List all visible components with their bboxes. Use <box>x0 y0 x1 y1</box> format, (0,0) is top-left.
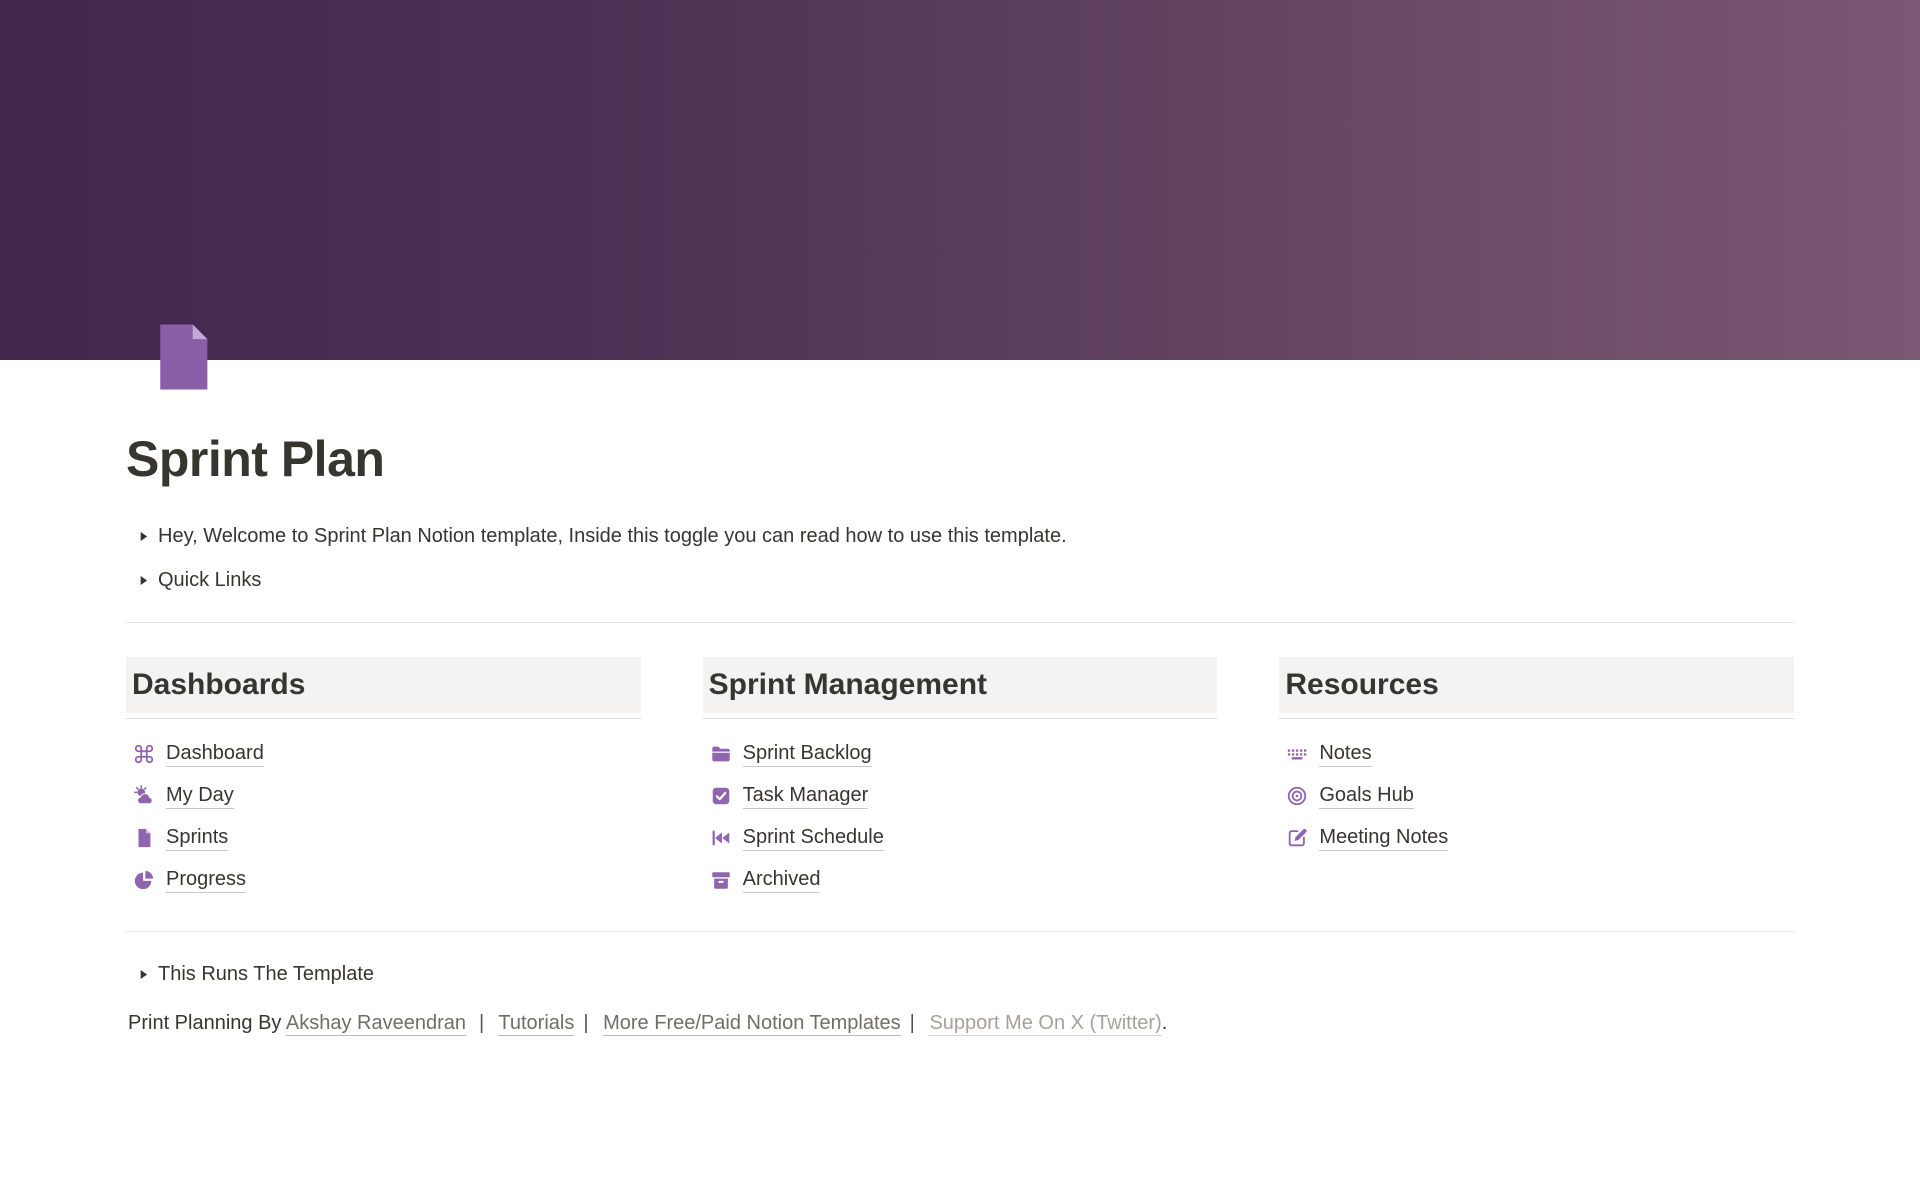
divider <box>126 622 1794 623</box>
document-icon <box>132 826 156 850</box>
footer-separator: | <box>910 1012 915 1034</box>
rewind-icon <box>709 826 733 850</box>
page-title: Sprint Plan <box>126 430 1794 488</box>
archive-icon <box>709 868 733 892</box>
column-header: Sprint Management <box>703 657 1218 713</box>
page-link-label: Sprints <box>166 826 228 851</box>
divider <box>126 931 1794 932</box>
footer-separator: | <box>583 1012 588 1034</box>
page-link-label: Notes <box>1319 742 1371 767</box>
page-link-notes[interactable]: Notes <box>1279 733 1794 775</box>
folder-icon <box>709 742 733 766</box>
toggle-welcome[interactable]: Hey, Welcome to Sprint Plan Notion templ… <box>126 514 1794 558</box>
footer-credits: Print Planning By Akshay Raveendran | Tut… <box>126 1006 1794 1041</box>
divider <box>126 718 641 719</box>
page-link-archived[interactable]: Archived <box>703 859 1218 901</box>
page-link-meeting-notes[interactable]: Meeting Notes <box>1279 817 1794 859</box>
toggle-quick-links-label: Quick Links <box>158 566 261 594</box>
pie-chart-icon <box>132 868 156 892</box>
toggle-runs-template[interactable]: This Runs The Template <box>126 952 1794 996</box>
footer-separator: | <box>479 1012 484 1034</box>
column-title: Resources <box>1285 668 1788 702</box>
column-title: Sprint Management <box>709 668 1212 702</box>
more-templates-link[interactable]: More Free/Paid Notion Templates <box>603 1012 901 1036</box>
column-dashboards: Dashboards Dashboard My Day <box>126 657 641 901</box>
divider <box>703 718 1218 719</box>
column-sprint-management: Sprint Management Sprint Backlog T <box>703 657 1218 901</box>
checkbox-icon <box>709 784 733 808</box>
page-link-label: Goals Hub <box>1319 784 1414 809</box>
page-link-sprint-backlog[interactable]: Sprint Backlog <box>703 733 1218 775</box>
tutorials-link[interactable]: Tutorials <box>498 1012 574 1036</box>
toggle-caret-icon[interactable] <box>128 569 158 591</box>
page-link-label: Sprint Schedule <box>743 826 884 851</box>
link-list: Dashboard My Day Sprints <box>126 733 641 901</box>
author-link[interactable]: Akshay Raveendran <box>286 1012 466 1036</box>
page-link-sprint-schedule[interactable]: Sprint Schedule <box>703 817 1218 859</box>
page-content: Sprint Plan Hey, Welcome to Sprint Plan … <box>0 318 1920 1041</box>
page-link-task-manager[interactable]: Task Manager <box>703 775 1218 817</box>
toggle-quick-links[interactable]: Quick Links <box>126 558 1794 602</box>
column-title: Dashboards <box>132 668 635 702</box>
edit-icon <box>1285 826 1309 850</box>
keyboard-icon <box>1285 742 1309 766</box>
page-cover-image <box>0 0 1920 360</box>
divider <box>1279 718 1794 719</box>
sun-cloud-icon <box>132 784 156 808</box>
page-link-label: Sprint Backlog <box>743 742 872 767</box>
page-link-label: Archived <box>743 868 821 893</box>
support-link[interactable]: Support Me On X (Twitter) <box>929 1012 1161 1036</box>
page-link-goals-hub[interactable]: Goals Hub <box>1279 775 1794 817</box>
page-link-sprints[interactable]: Sprints <box>126 817 641 859</box>
page-link-label: Dashboard <box>166 742 264 767</box>
column-header: Resources <box>1279 657 1794 713</box>
link-list: Notes Goals Hub Meeting Notes <box>1279 733 1794 859</box>
column-layout: Dashboards Dashboard My Day <box>126 657 1794 901</box>
column-header: Dashboards <box>126 657 641 713</box>
page-link-progress[interactable]: Progress <box>126 859 641 901</box>
toggle-runs-template-label: This Runs The Template <box>158 960 374 988</box>
toggle-list: Hey, Welcome to Sprint Plan Notion templ… <box>126 514 1794 602</box>
footer-suffix: . <box>1162 1012 1168 1034</box>
toggle-caret-icon[interactable] <box>128 963 158 985</box>
link-list: Sprint Backlog Task Manager Sprint Sched… <box>703 733 1218 901</box>
page-document-icon[interactable] <box>144 318 222 396</box>
toggle-welcome-label: Hey, Welcome to Sprint Plan Notion templ… <box>158 522 1067 550</box>
column-resources: Resources Notes Goals Hub <box>1279 657 1794 901</box>
page-link-label: My Day <box>166 784 234 809</box>
page-link-label: Progress <box>166 868 246 893</box>
notion-page: Sprint Plan Hey, Welcome to Sprint Plan … <box>0 0 1920 1041</box>
page-link-label: Task Manager <box>743 784 869 809</box>
page-link-dashboard[interactable]: Dashboard <box>126 733 641 775</box>
command-icon <box>132 742 156 766</box>
target-icon <box>1285 784 1309 808</box>
toggle-caret-icon[interactable] <box>128 525 158 547</box>
footer-prefix: Print Planning By <box>128 1012 281 1034</box>
page-link-label: Meeting Notes <box>1319 826 1448 851</box>
page-link-my-day[interactable]: My Day <box>126 775 641 817</box>
